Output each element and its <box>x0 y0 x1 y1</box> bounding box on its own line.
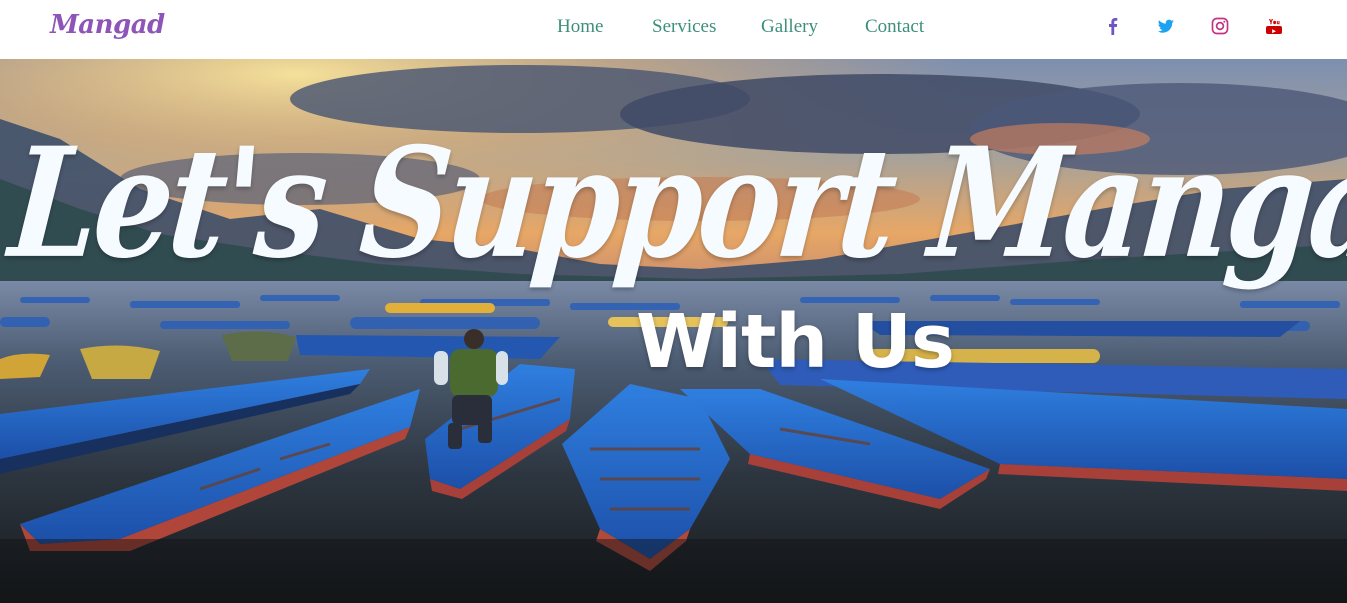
twitter-icon[interactable] <box>1157 17 1175 35</box>
nav-link-contact[interactable]: Contact <box>865 16 924 38</box>
instagram-icon[interactable] <box>1211 17 1229 35</box>
nav-link-services[interactable]: Services <box>652 16 716 38</box>
facebook-icon[interactable] <box>1104 17 1122 35</box>
nav-link-gallery[interactable]: Gallery <box>761 16 818 38</box>
navbar: Mangad Home Services Gallery Contact ▶ <box>0 0 1347 59</box>
svg-text:▶: ▶ <box>1272 28 1276 34</box>
hero-banner: Let's Support Mangad WSUC With Us <box>0 59 1347 603</box>
youtube-icon[interactable]: ▶ <box>1265 17 1283 35</box>
hero-subline: With Us <box>636 299 955 385</box>
hero-headline: Let's Support Mangad WSUC <box>3 115 1347 293</box>
nav-link-home[interactable]: Home <box>557 16 603 38</box>
brand-logo[interactable]: Mangad <box>50 10 165 40</box>
